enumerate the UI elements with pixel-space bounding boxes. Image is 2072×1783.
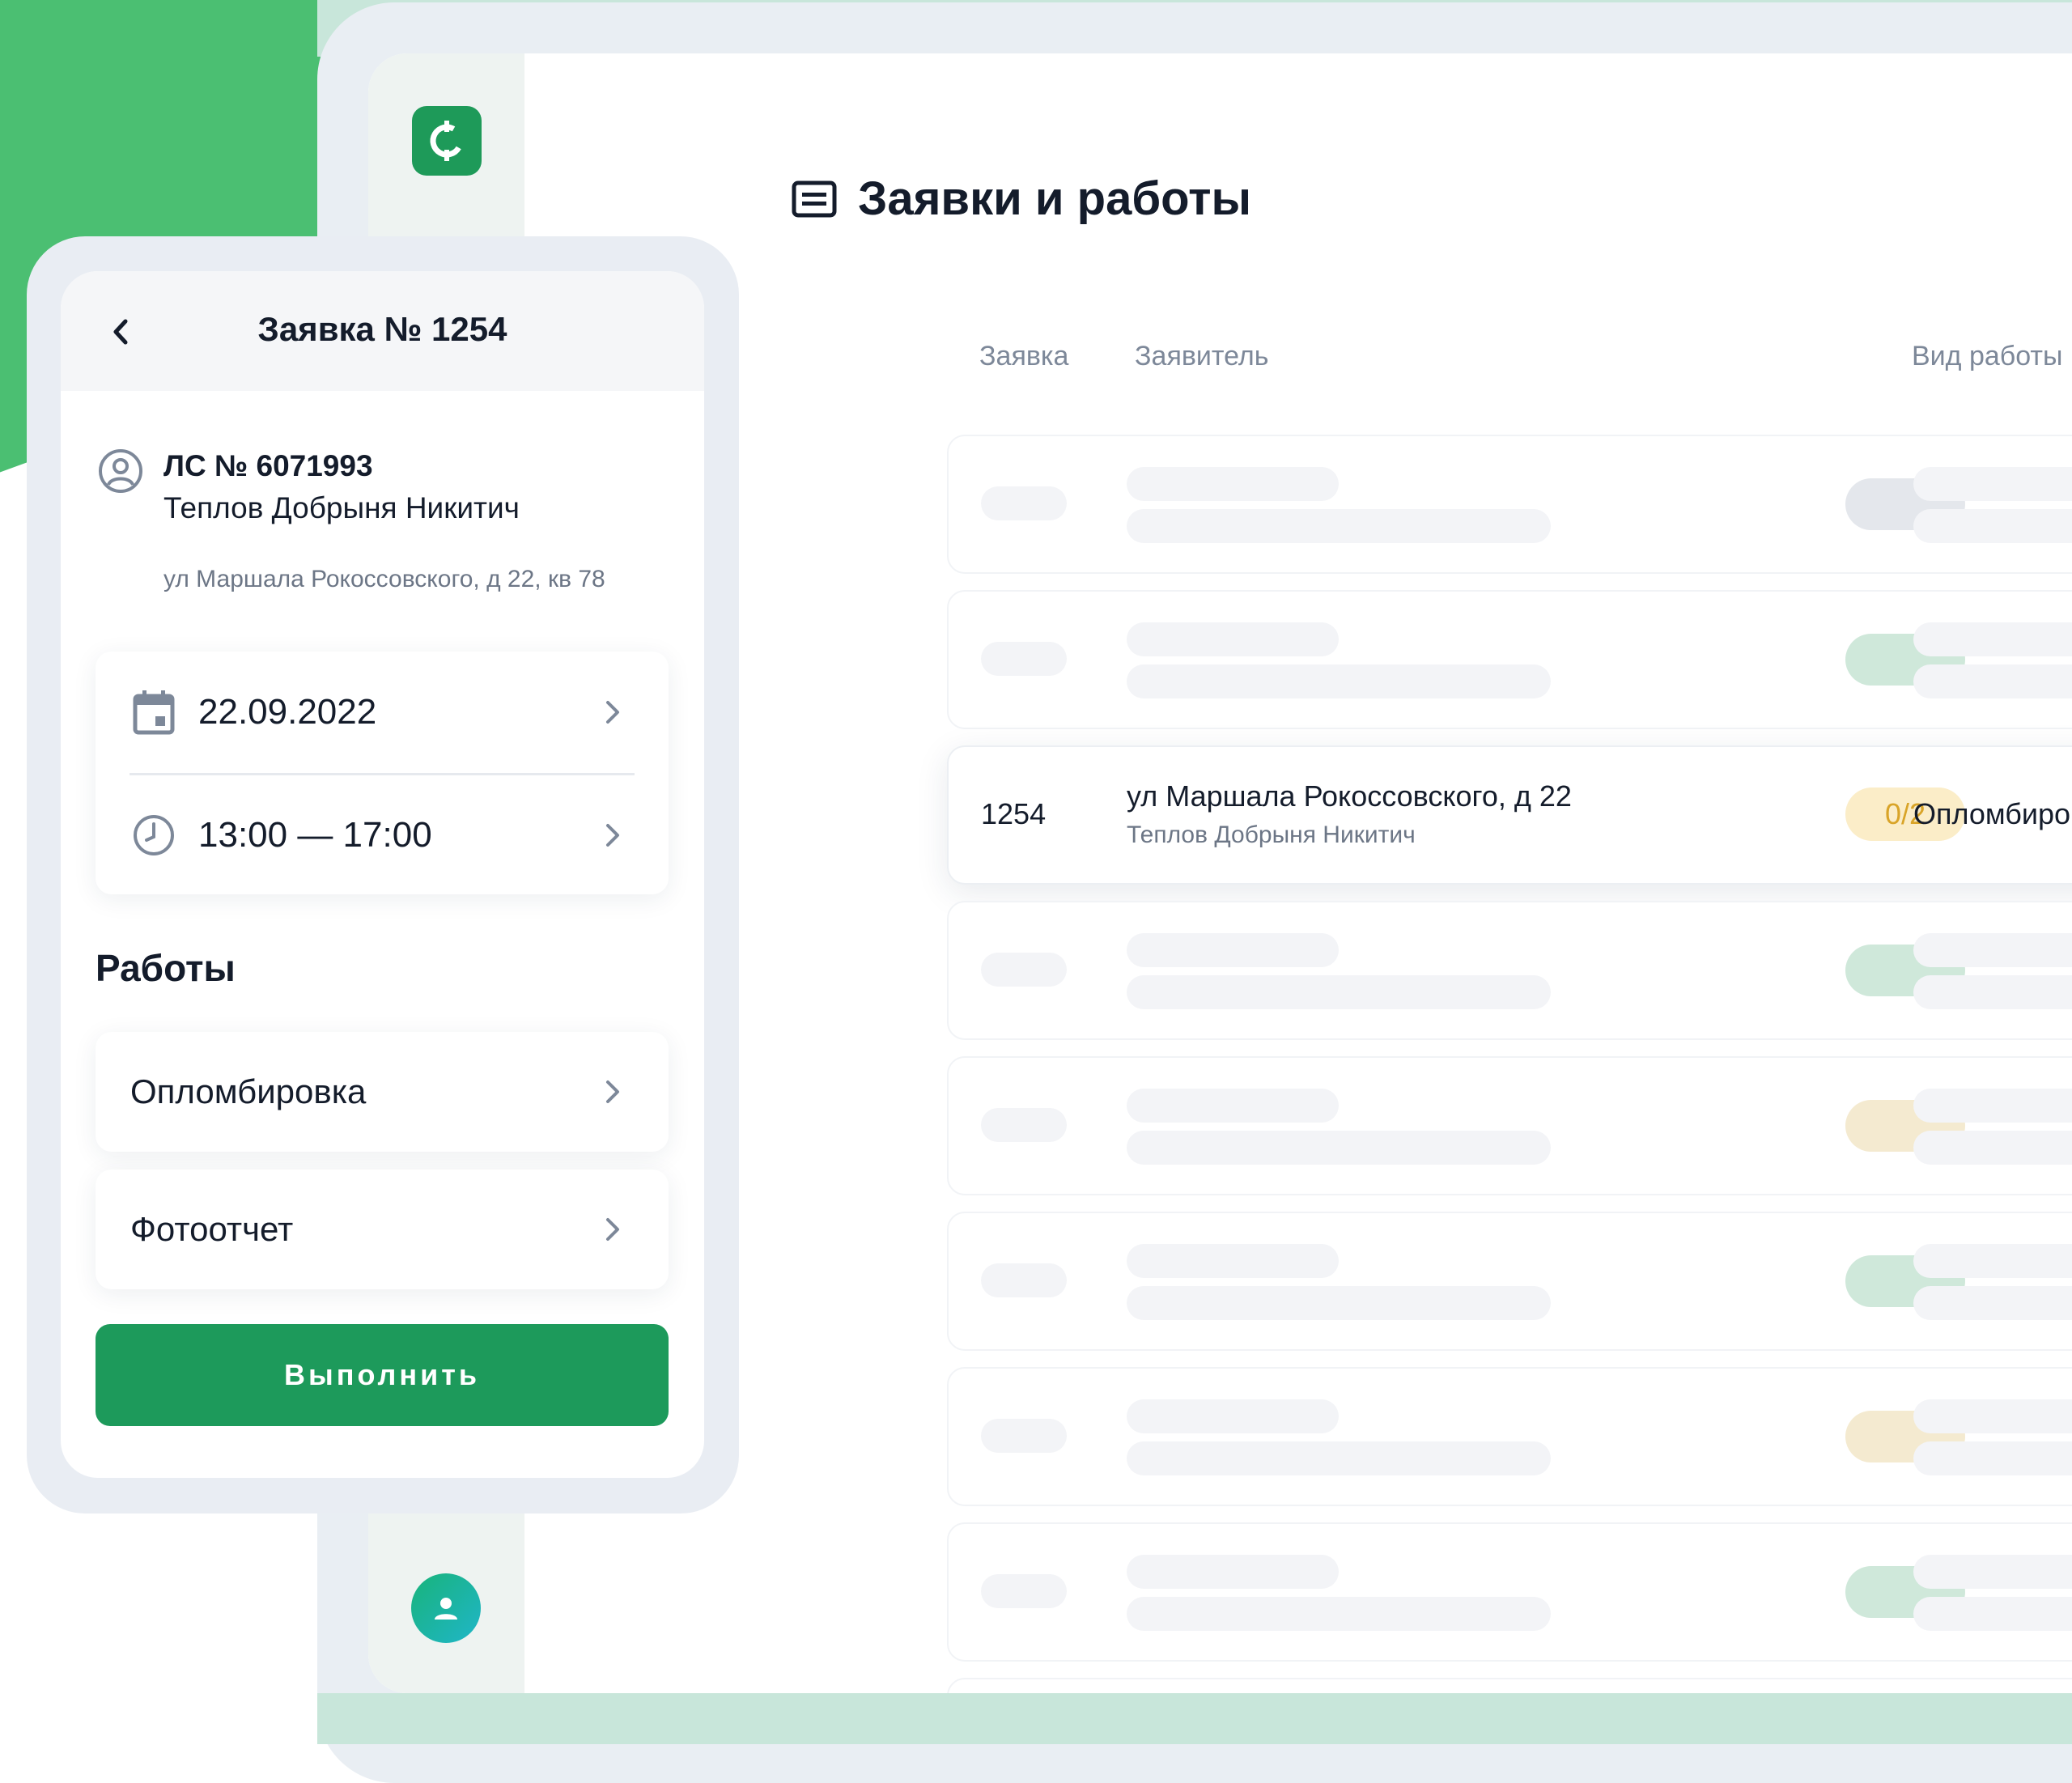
skeleton-bar (1127, 1089, 1339, 1123)
work-item[interactable]: Опломбировка (96, 1032, 669, 1152)
column-header-request[interactable]: Заявка (979, 341, 1068, 372)
account-address: ул Маршала Рокоссовского, д 22, кв 78 (163, 566, 605, 592)
skeleton-bar (1127, 1286, 1551, 1320)
work-item-label: Опломбировка (130, 1072, 367, 1110)
account-holder-name: Теплов Добрыня Никитич (163, 491, 520, 524)
table-row-placeholder[interactable] (947, 590, 2072, 729)
skeleton-bar (1127, 1597, 1551, 1631)
date-value: 22.09.2022 (198, 692, 377, 732)
skeleton-bar (1913, 622, 2072, 656)
work-item[interactable]: Фотоотчет (96, 1170, 669, 1289)
table-row-placeholder[interactable] (947, 435, 2072, 574)
skeleton-bar (1913, 1555, 2072, 1589)
request-id: 1254 (981, 797, 1047, 830)
skeleton-bar (1913, 664, 2072, 698)
page-title: Заявки и работы (792, 172, 1251, 226)
skeleton-bar (1913, 509, 2072, 543)
skeleton-bar (1127, 467, 1339, 501)
skeleton-bar (1127, 975, 1551, 1009)
list-icon (792, 180, 837, 217)
execute-button[interactable]: Выполнить (96, 1324, 669, 1426)
table-row-placeholder[interactable] (947, 1522, 2072, 1662)
chevron-right-icon (606, 824, 619, 847)
table-row-placeholder[interactable] (947, 1056, 2072, 1195)
skeleton-bar (1913, 1286, 2072, 1320)
skeleton-bar (1913, 1399, 2072, 1433)
mobile-header: Заявка № 1254 (61, 271, 704, 391)
time-picker-row[interactable]: 13:00 — 17:00 (96, 775, 669, 896)
calendar-icon (133, 690, 175, 735)
skeleton-bar (1913, 1089, 2072, 1123)
user-avatar-icon[interactable] (411, 1573, 481, 1643)
table-row-placeholder[interactable] (947, 1678, 2072, 1693)
skeleton-bar (1127, 1555, 1339, 1589)
skeleton-bar (1913, 975, 2072, 1009)
column-header-applicant[interactable]: Заявитель (1135, 341, 1268, 372)
app-logo-icon[interactable] (412, 106, 482, 176)
skeleton-bar (1127, 1244, 1339, 1278)
chevron-right-icon (606, 701, 619, 724)
skeleton-bar (981, 1108, 1067, 1142)
skeleton-bar (1913, 1441, 2072, 1475)
skeleton-bar (981, 1263, 1067, 1297)
skeleton-bar (1127, 1399, 1339, 1433)
skeleton-bar (981, 486, 1067, 520)
account-icon (99, 449, 142, 493)
skeleton-bar (1127, 1131, 1551, 1165)
time-range-value: 13:00 — 17:00 (198, 815, 432, 855)
skeleton-bar (981, 1574, 1067, 1608)
skeleton-bar (981, 642, 1067, 676)
request-address: ул Маршала Рокоссовского, д 22 (1127, 779, 1572, 813)
mobile-title: Заявка № 1254 (257, 310, 507, 348)
work-item-label: Фотоотчет (130, 1210, 294, 1248)
skeleton-bar (981, 1419, 1067, 1453)
chevron-right-icon (606, 1080, 619, 1103)
background-strip-bottom (317, 1693, 2072, 1744)
column-header-work-type[interactable]: Вид работы (1912, 341, 2062, 372)
skeleton-bar (1127, 622, 1339, 656)
skeleton-bar (1127, 509, 1551, 543)
table-row-placeholder[interactable] (947, 901, 2072, 1040)
skeleton-bar (981, 953, 1067, 987)
skeleton-bar (1127, 933, 1339, 967)
skeleton-bar (1913, 467, 2072, 501)
page-title-text: Заявки и работы (858, 172, 1252, 225)
work-type: Опломбировка (1913, 797, 2072, 830)
table-row-placeholder[interactable] (947, 1212, 2072, 1351)
mobile-request-card: Заявка № 1254 ЛС № 6071993 Теплов Добрын… (61, 271, 704, 1478)
date-picker-row[interactable]: 22.09.2022 (96, 652, 669, 773)
clock-icon (134, 815, 174, 855)
skeleton-bar (1127, 1441, 1551, 1475)
skeleton-bar (1913, 1131, 2072, 1165)
skeleton-bar (1127, 664, 1551, 698)
main-content: Заявки и работы Заявка Заявитель Вид раб… (524, 53, 2072, 1693)
request-applicant: Теплов Добрыня Никитич (1127, 821, 1416, 848)
skeleton-bar (1913, 1597, 2072, 1631)
table-row-placeholder[interactable] (947, 1367, 2072, 1506)
skeleton-bar (1913, 933, 2072, 967)
works-section-title: Работы (96, 947, 236, 989)
table-row-active[interactable]: 1254 ул Маршала Рокоссовского, д 22 Тепл… (947, 745, 2072, 885)
skeleton-bar (1913, 1244, 2072, 1278)
account-number: ЛС № 6071993 (163, 449, 373, 482)
datetime-card: 22.09.2022 13:00 — 17:00 (96, 652, 669, 894)
chevron-right-icon (606, 1218, 619, 1241)
